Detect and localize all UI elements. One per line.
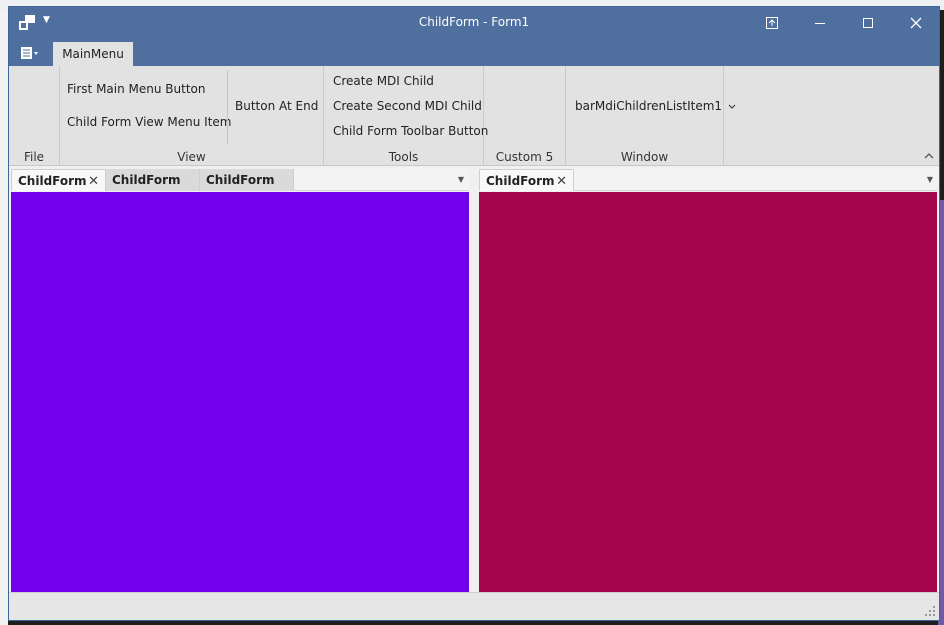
group-label-view: View [177, 150, 206, 164]
main-window: ▼ ChildForm - Form1 MainMenu File First … [8, 6, 940, 621]
close-icon[interactable]: ✕ [556, 174, 567, 189]
ribbon-group-window: barMdiChildrenListItem1 Window [566, 66, 736, 166]
minimize-button[interactable] [797, 7, 843, 39]
document-tab[interactable]: ChildForm ✕ [479, 169, 574, 191]
button-at-end[interactable]: Button At End [235, 97, 318, 115]
group-label-file: File [23, 150, 45, 164]
file-menu-button[interactable] [15, 42, 45, 64]
close-button[interactable] [893, 7, 939, 39]
ribbon: File First Main Menu Button Child Form V… [9, 66, 939, 166]
restore-to-tab-button[interactable] [749, 7, 795, 39]
document-tab-label: ChildForm [486, 173, 555, 188]
child-form-toolbar-button[interactable]: Child Form Toolbar Button [333, 122, 488, 140]
chevron-down-icon[interactable]: ▼ [454, 169, 468, 189]
restore-to-tab-icon [766, 17, 778, 29]
background-app-left-edge [0, 10, 8, 625]
ribbon-page-tab-row: MainMenu [9, 39, 939, 66]
document-tab[interactable]: ChildForm ✕ [11, 169, 106, 191]
chevron-down-icon[interactable]: ▼ [923, 169, 937, 189]
close-icon [910, 17, 922, 29]
group-label-tools: Tools [388, 150, 419, 164]
title-bar: ▼ ChildForm - Form1 [9, 7, 939, 39]
maximize-button[interactable] [845, 7, 891, 39]
group-label-window: Window [620, 150, 669, 164]
mdi-children-list-dropdown[interactable]: barMdiChildrenListItem1 [575, 97, 736, 115]
mdi-children-list-label: barMdiChildrenListItem1 [575, 99, 723, 113]
minimize-icon [815, 23, 825, 24]
right-pane-tab-strip: ChildForm ✕ [479, 169, 937, 191]
document-tab-label: ChildForm [112, 173, 181, 187]
group-separator [227, 70, 228, 144]
ribbon-group-custom5: Custom 5 [484, 66, 566, 166]
left-pane-tab-strip: ChildForm ✕ ChildForm ChildForm [11, 169, 469, 191]
document-tab-label: ChildForm [206, 173, 275, 187]
document-area: ChildForm ✕ ChildForm ChildForm ▼ ChildF… [9, 166, 939, 594]
create-mdi-child-button[interactable]: Create MDI Child [333, 72, 434, 90]
child-form-content-left[interactable] [11, 192, 469, 592]
chevron-down-icon [728, 104, 736, 109]
chevron-up-icon[interactable] [923, 151, 935, 161]
document-tab[interactable]: ChildForm [200, 169, 294, 191]
group-label-custom5: Custom 5 [495, 150, 554, 164]
tab-mainmenu[interactable]: MainMenu [53, 42, 133, 66]
document-tab-label: ChildForm [18, 173, 87, 188]
status-bar [9, 592, 939, 620]
child-form-view-menu-item[interactable]: Child Form View Menu Item [67, 113, 232, 131]
file-menu-icon [21, 47, 38, 59]
size-grip-icon[interactable] [925, 606, 935, 616]
first-main-menu-button[interactable]: First Main Menu Button [67, 80, 206, 98]
ribbon-group-file: File [9, 66, 60, 166]
create-second-mdi-child-button[interactable]: Create Second MDI Child [333, 97, 482, 115]
maximize-icon [863, 18, 873, 28]
child-form-content-right[interactable] [479, 192, 937, 592]
close-icon[interactable]: ✕ [88, 174, 99, 189]
document-tab[interactable]: ChildForm [106, 169, 200, 191]
ribbon-group-view: First Main Menu Button Child Form View M… [60, 66, 324, 166]
ribbon-group-tools: Create MDI Child Create Second MDI Child… [324, 66, 488, 166]
